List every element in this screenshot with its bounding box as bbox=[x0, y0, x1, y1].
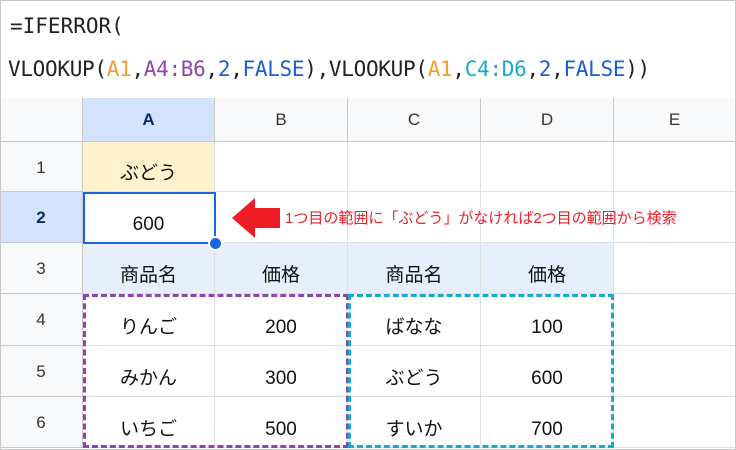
window-frame bbox=[0, 0, 736, 450]
